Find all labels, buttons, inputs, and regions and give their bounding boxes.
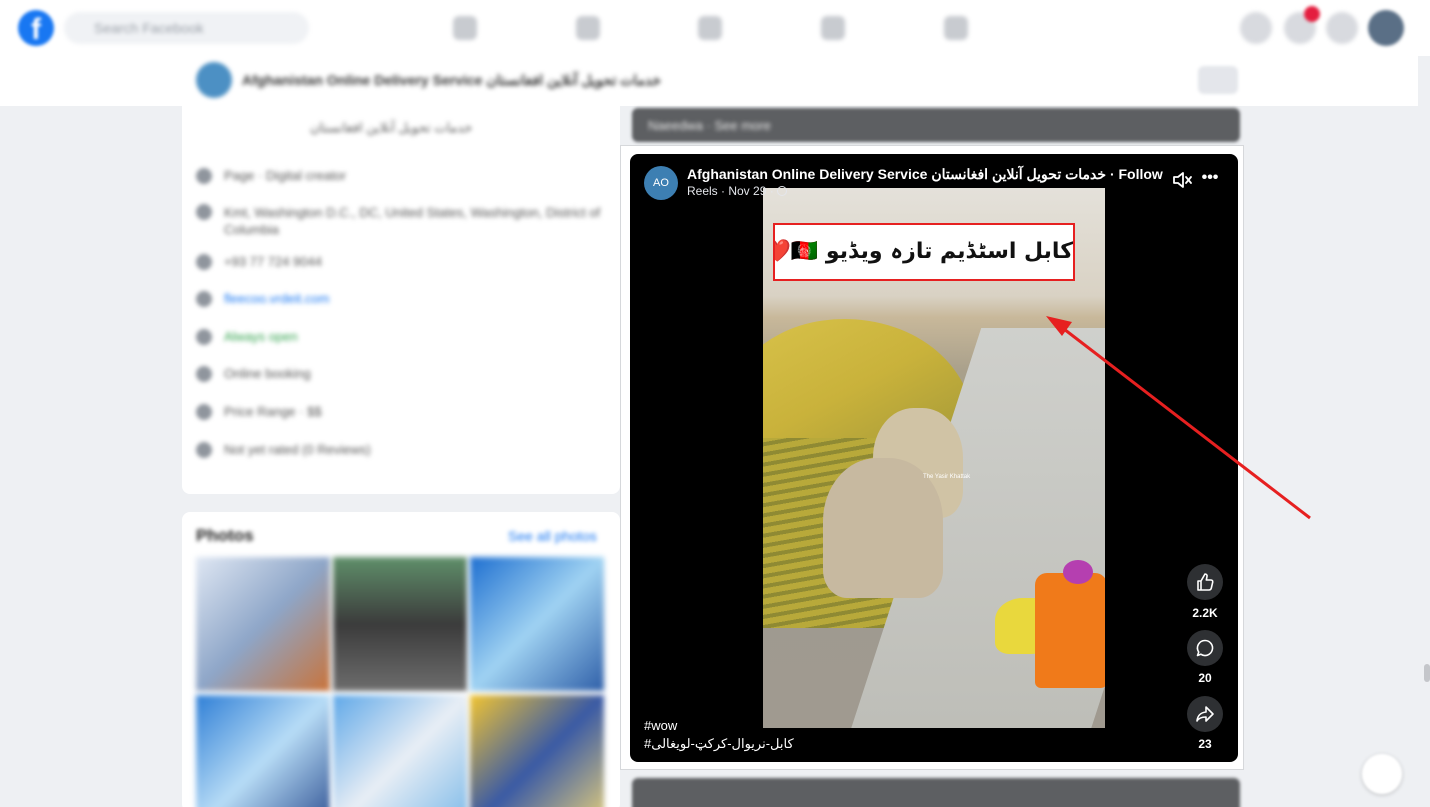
calendar-icon [196, 366, 212, 382]
info-row-category: Page · Digital creator [196, 166, 606, 186]
scrollbar-handle[interactable] [1424, 664, 1430, 682]
page-avatar[interactable] [196, 62, 232, 98]
video-watermark: The Yasir Khattak [923, 474, 971, 480]
comment-icon [1196, 639, 1214, 657]
reel-meta-text: Reels · Nov 29 · [687, 184, 774, 198]
info-row-phone: +93 77 724 9044 [196, 252, 606, 272]
info-row-hours[interactable]: Always open [196, 327, 606, 347]
star-icon [196, 442, 212, 458]
globe-icon [777, 186, 788, 196]
info-row-price: Price Range · $$ [196, 402, 606, 422]
photo-thumbnail[interactable] [470, 695, 604, 807]
photo-thumbnail[interactable] [333, 695, 467, 807]
speaker-muted-icon [1173, 172, 1192, 188]
like-button[interactable] [1187, 564, 1223, 600]
like-count: 2.2K [1192, 606, 1218, 620]
next-post-strip [632, 778, 1240, 807]
facebook-logo-icon[interactable]: f [18, 10, 54, 46]
info-row-label: Kmt, Washington D.C., DC, United States,… [224, 205, 601, 237]
notifications-icon[interactable] [1326, 12, 1358, 44]
website-link[interactable]: fleecoo.vrdeit.com [224, 291, 330, 306]
info-row-label: Page · Digital creator [224, 168, 347, 183]
reel-author-line[interactable]: Afghanistan Online Delivery Service خدما… [687, 166, 1163, 183]
more-options-button[interactable]: ••• [1198, 168, 1222, 192]
video-caption-text: کابل اسٹڈیم تازہ ویڈیو 🇦🇫❤️🏏 [775, 239, 1073, 264]
info-row-label: Price Range · $$ [224, 404, 322, 419]
photo-thumbnail[interactable] [470, 557, 604, 691]
photo-thumbnail[interactable] [196, 695, 330, 807]
video-caption-box: کابل اسٹڈیم تازہ ویڈیو 🇦🇫❤️🏏 [773, 223, 1075, 281]
info-icon [196, 168, 212, 184]
info-row-booking[interactable]: Online booking [196, 364, 606, 384]
photos-title: Photos [196, 526, 254, 545]
photo-thumbnail[interactable] [196, 557, 330, 691]
groups-icon[interactable] [821, 16, 845, 40]
reel-meta: Reels · Nov 29 · [687, 184, 788, 198]
home-icon[interactable] [453, 16, 477, 40]
info-row-rating: Not yet rated (0 Reviews) [196, 440, 606, 460]
info-row-label: +93 77 724 9044 [224, 254, 322, 269]
follow-button[interactable]: · Follow [1110, 166, 1163, 182]
menu-grid-icon[interactable] [1240, 12, 1272, 44]
video-icon[interactable] [576, 16, 600, 40]
intro-title: خدمات تحویل آنلاین افغانستان [310, 120, 473, 135]
share-button[interactable] [1187, 696, 1223, 732]
see-all-photos-link[interactable]: See all photos [508, 528, 597, 544]
share-count: 23 [1198, 737, 1212, 751]
reel-author-avatar[interactable]: AO [644, 166, 678, 200]
phone-icon [196, 254, 212, 270]
hashtag-link[interactable]: #کابل-نریوال-کرکټ-لویغالی [644, 736, 794, 752]
page-menu-button[interactable] [1198, 66, 1238, 94]
new-message-button[interactable] [1362, 754, 1402, 794]
info-row-address: Kmt, Washington D.C., DC, United States,… [196, 202, 606, 237]
reel-author-name-urdu[interactable]: خدمات تحویل آنلاین افغانستان [931, 166, 1106, 182]
info-row-label[interactable]: Always open [224, 329, 298, 344]
water-cooler-lid [1063, 560, 1093, 584]
globe-icon [196, 291, 212, 307]
previous-post-text: Naeedwa · See more [648, 118, 771, 133]
location-icon [196, 204, 212, 220]
thumbs-up-icon [1197, 573, 1214, 591]
water-cooler [1035, 573, 1105, 688]
hashtag-link[interactable]: #wow [644, 718, 677, 733]
tag-icon [196, 404, 212, 420]
info-row-label[interactable]: Online booking [224, 366, 311, 381]
info-row-website[interactable]: fleecoo.vrdeit.com [196, 289, 606, 309]
notification-badge [1304, 6, 1320, 22]
info-row-label: Not yet rated (0 Reviews) [224, 442, 371, 457]
page-title: Afghanistan Online Delivery Service خدما… [242, 72, 662, 88]
account-avatar[interactable] [1368, 10, 1404, 46]
reel-video[interactable]: The Yasir Khattak کابل اسٹڈیم تازہ ویڈیو… [763, 188, 1105, 728]
photo-thumbnail[interactable] [333, 557, 467, 691]
clock-icon [196, 329, 212, 345]
comment-count: 20 [1198, 671, 1212, 685]
gaming-icon[interactable] [944, 16, 968, 40]
reel-player[interactable]: The Yasir Khattak کابل اسٹڈیم تازہ ویڈیو… [630, 154, 1238, 762]
search-input[interactable]: Search Facebook [64, 12, 309, 44]
marketplace-icon[interactable] [698, 16, 722, 40]
share-arrow-icon [1196, 706, 1214, 722]
reel-author-name[interactable]: Afghanistan Online Delivery Service [687, 166, 927, 182]
comment-button[interactable] [1187, 630, 1223, 666]
mute-button[interactable] [1170, 168, 1194, 192]
